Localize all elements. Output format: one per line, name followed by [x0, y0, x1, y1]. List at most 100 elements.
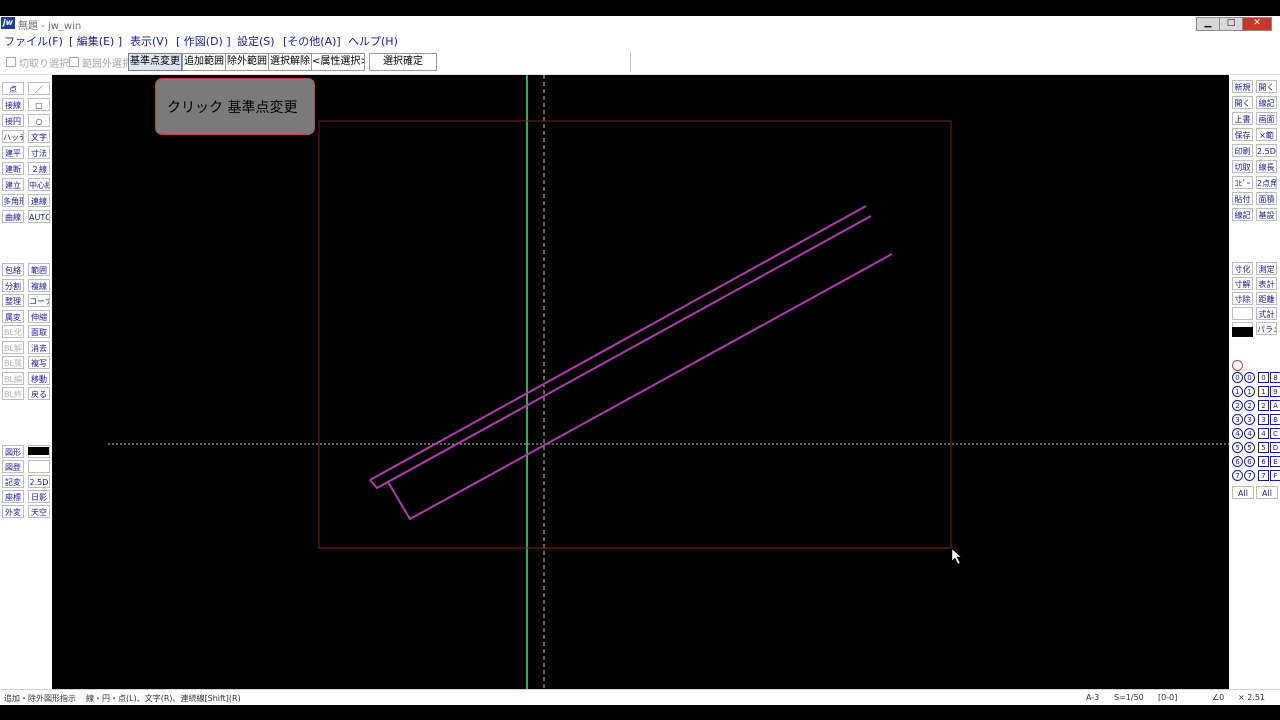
tool-button-left-tools2-7-0[interactable]: BL編 [2, 371, 24, 385]
layer-3[interactable]: 3 [1258, 414, 1269, 425]
tool-button-left-tools2-4-0[interactable]: BL化 [2, 325, 24, 338]
layer-8[interactable]: 8 [1270, 372, 1280, 383]
tool-button-right-tools2-2-0[interactable]: 寸除 [1232, 292, 1253, 305]
tool-button-left-tools3-3-0[interactable]: 座標 [2, 490, 24, 503]
menu-view[interactable]: 表示(V) [130, 33, 168, 49]
tool-button-left-tools-6-0[interactable]: 建立 [2, 178, 24, 191]
tool-button-left-tools2-6-1[interactable]: 複写 [28, 356, 50, 369]
layer-group-b-3[interactable]: 3 [1244, 414, 1255, 425]
outside-select-checkbox[interactable] [69, 57, 79, 67]
tool-button-left-tools-2-1[interactable]: ○ [28, 114, 50, 127]
tool-button-left-tools2-8-1[interactable]: 戻る [28, 387, 50, 400]
layer-4[interactable]: 4 [1258, 428, 1269, 439]
layer-group-2[interactable]: 2 [1232, 400, 1243, 411]
tool-button-right-tools-2-1[interactable]: 画面 [1256, 112, 1277, 125]
line-color-swatch[interactable] [28, 447, 49, 455]
tool-button-right-tools2-3-1[interactable]: 式計 [1256, 307, 1277, 320]
tool-button-left-tools-4-1[interactable]: 寸法 [28, 146, 50, 159]
app-icon[interactable]: jw [1, 17, 15, 29]
tool-button-left-tools3-1-1[interactable] [28, 460, 50, 473]
layer-9[interactable]: 9 [1270, 386, 1280, 397]
maximize-button[interactable]: □ [1219, 17, 1243, 31]
tool-button-left-tools-7-0[interactable]: 多角形 [2, 194, 24, 207]
layer-5[interactable]: 5 [1258, 442, 1269, 453]
tool-button-left-tools-6-1[interactable]: 中心線 [28, 178, 50, 191]
right-line-swatch[interactable] [1232, 327, 1253, 337]
tool-button-left-tools2-3-1[interactable]: 伸縮 [28, 309, 50, 323]
layer-group-b-0[interactable]: 0 [1244, 372, 1255, 383]
layer-0[interactable]: 0 [1258, 372, 1269, 383]
tool-button-left-tools-8-0[interactable]: 曲線 [2, 210, 24, 223]
tool-button-left-tools-5-0[interactable]: 建断 [2, 162, 24, 175]
tool-button-left-tools3-4-0[interactable]: 外変 [2, 505, 24, 518]
tool-button-right-tools-8-0[interactable]: 線記 [1232, 208, 1253, 221]
tool-button-right-tools-5-0[interactable]: 切取 [1232, 160, 1253, 173]
status-layer[interactable]: [0-0] [1158, 693, 1177, 702]
layer-group-toggle-icon[interactable] [1232, 360, 1243, 371]
layer-group-4[interactable]: 4 [1232, 428, 1243, 439]
layer-group-7[interactable]: 7 [1232, 470, 1243, 481]
status-scale[interactable]: S=1/50 [1114, 693, 1144, 702]
tool-button-left-tools-2-0[interactable]: 接円 [2, 114, 24, 127]
layer-14[interactable]: E [1270, 456, 1280, 467]
tool-button-left-tools2-8-0[interactable]: BL終 [2, 387, 24, 400]
layer-group-1[interactable]: 1 [1232, 386, 1243, 397]
confirm-selection-button[interactable]: 選択確定 [369, 53, 437, 71]
tool-button-left-tools2-2-1[interactable]: コーナー [28, 294, 50, 307]
layer-10[interactable]: A [1270, 400, 1280, 411]
layer-15[interactable]: F [1270, 470, 1280, 481]
tool-button-right-tools2-0-1[interactable]: 測定 [1256, 262, 1277, 275]
tool-button-left-tools3-3-1[interactable]: 日影 [28, 490, 50, 503]
tool-button-right-tools-1-1[interactable]: 線記 [1256, 96, 1277, 109]
tool-button-left-tools2-0-0[interactable]: 包絡 [2, 263, 24, 276]
tool-button-right-tools2-1-1[interactable]: 表計 [1256, 277, 1277, 290]
tool-button-left-tools2-1-1[interactable]: 複線 [28, 278, 50, 292]
tool-button-right-tools-3-0[interactable]: 保存 [1232, 128, 1253, 141]
tool-button-right-tools-4-0[interactable]: 印刷 [1232, 144, 1253, 157]
layer-group-0[interactable]: 0 [1232, 372, 1243, 383]
layer-12[interactable]: C [1270, 428, 1280, 439]
tool-button-left-tools2-0-1[interactable]: 範囲 [28, 263, 50, 276]
tool-button-left-tools-1-0[interactable]: 接線 [2, 98, 24, 111]
tool-button-left-tools-4-0[interactable]: 建平 [2, 146, 24, 159]
menu-draw[interactable]: [ 作図(D) ] [176, 33, 231, 49]
tool-button-right-tools-4-1[interactable]: 2.5D [1256, 144, 1277, 157]
tool-button-right-tools2-2-1[interactable]: 距離 [1256, 292, 1277, 305]
tool-button-left-tools-0-1[interactable]: ／ [28, 82, 50, 95]
layer-2[interactable]: 2 [1258, 400, 1269, 411]
layer-group-5[interactable]: 5 [1232, 442, 1243, 453]
tool-button-left-tools-7-1[interactable]: 連線 [28, 194, 50, 207]
layer-7[interactable]: 7 [1258, 470, 1269, 481]
tool-button-right-tools-6-0[interactable]: ｺﾋﾟｰ [1232, 176, 1253, 189]
layer-group-b-2[interactable]: 2 [1244, 400, 1255, 411]
tool-button-left-tools2-4-1[interactable]: 面取 [28, 325, 50, 338]
tool-button-left-tools2-5-0[interactable]: BL解 [2, 340, 24, 354]
tool-button-left-tools3-2-1[interactable]: 2.5D [28, 475, 50, 488]
tool-button-left-tools2-6-0[interactable]: BL属 [2, 356, 24, 369]
menu-help[interactable]: ヘルプ(H) [348, 33, 398, 49]
minimize-button[interactable]: ▁ [1196, 17, 1220, 31]
cut-select-checkbox[interactable] [6, 57, 16, 67]
layer-group-b-6[interactable]: 6 [1244, 456, 1255, 467]
tool-button-right-tools-7-0[interactable]: 貼付 [1232, 192, 1253, 205]
menu-settings[interactable]: 設定(S) [237, 33, 275, 49]
tool-button-left-tools2-5-1[interactable]: 消去 [28, 340, 50, 354]
status-paper-size[interactable]: A-3 [1086, 693, 1099, 702]
tool-button-left-tools-3-0[interactable]: ハッチ [2, 130, 24, 143]
layer-group-b-7[interactable]: 7 [1244, 470, 1255, 481]
tool-button-left-tools-1-1[interactable]: □ [28, 98, 50, 111]
menu-other[interactable]: [その他(A)] [283, 33, 341, 49]
tool-button-right-tools-5-1[interactable]: 線長 [1256, 160, 1277, 173]
tool-button-right-tools2-4-1[interactable]: パラメ [1256, 322, 1277, 335]
tool-button-left-tools3-0-0[interactable]: 図形 [2, 445, 24, 458]
tool-button-left-tools2-7-1[interactable]: 移動 [28, 371, 50, 385]
tool-button-right-tools2-3-0[interactable] [1232, 307, 1253, 320]
tool-button-left-tools2-3-0[interactable]: 属変 [2, 309, 24, 323]
tool-button-right-tools-1-0[interactable]: 開く [1232, 96, 1253, 109]
close-button[interactable]: ✕ [1242, 17, 1272, 31]
layer-1[interactable]: 1 [1258, 386, 1269, 397]
tool-button-right-tools-8-1[interactable]: 基設 [1256, 208, 1277, 221]
tool-button-right-tools-2-0[interactable]: 上書 [1232, 112, 1253, 125]
layer-group-b-4[interactable]: 4 [1244, 428, 1255, 439]
tool-button-right-tools2-1-0[interactable]: 寸解 [1232, 277, 1253, 290]
